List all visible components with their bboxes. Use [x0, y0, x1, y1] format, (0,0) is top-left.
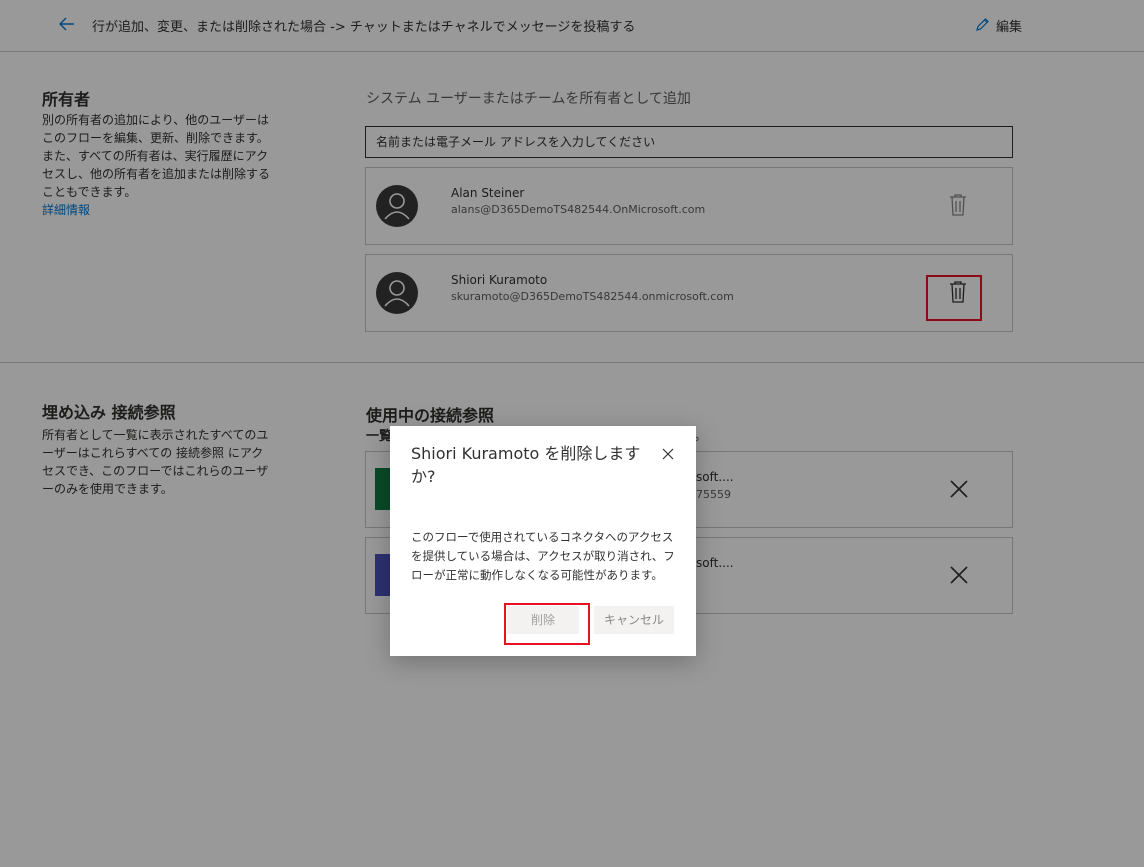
- dialog-message: このフローで使用されているコネクタへのアクセスを提供している場合は、アクセスが取…: [411, 530, 675, 582]
- page: 行が追加、変更、または削除された場合 -> チャットまたはチャネルでメッセージを…: [0, 0, 1144, 867]
- dialog-title: Shiori Kuramoto を削除しますか?: [411, 444, 641, 486]
- cancel-button[interactable]: キャンセル: [594, 606, 674, 634]
- close-icon[interactable]: [660, 446, 676, 462]
- highlight-delete-box: [504, 603, 590, 645]
